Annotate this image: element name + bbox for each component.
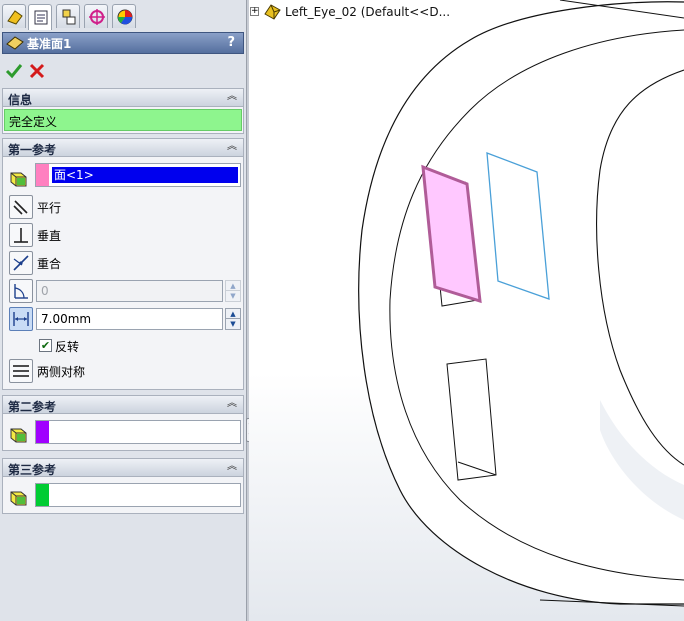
second-reference-color-swatch xyxy=(36,421,49,443)
part-name[interactable]: Left_Eye_02 (Default<<D... xyxy=(285,5,450,19)
tab-dimxpert[interactable] xyxy=(84,4,108,28)
chevron-up-icon[interactable]: ▲ xyxy=(226,309,240,319)
coincident-button[interactable] xyxy=(9,251,33,275)
face-selection-icon xyxy=(10,491,27,506)
info-group: 信息 ︽ 完全定义 xyxy=(2,88,244,134)
selected-face-item[interactable]: 面<1> xyxy=(52,167,238,183)
angle-input[interactable]: 0 xyxy=(36,280,223,302)
status-text: 完全定义 xyxy=(9,115,58,129)
parallel-label: 平行 xyxy=(37,201,62,215)
tree-expand-toggle[interactable]: + xyxy=(250,7,259,16)
perpendicular-icon xyxy=(14,228,28,243)
tab-display-manager[interactable] xyxy=(112,4,136,28)
collapse-icon[interactable]: ︽ xyxy=(227,91,237,103)
dimxpert-icon xyxy=(89,9,105,25)
coincident-label: 重合 xyxy=(37,257,62,271)
parallel-icon xyxy=(13,200,28,215)
property-manager-panel: 基准面1 ? 信息 ︽ 完全定义 第一参考 ︽ 面<1> 平行 垂直 重合 0 … xyxy=(0,0,246,621)
help-icon[interactable]: ? xyxy=(227,35,235,50)
mid-plane-button[interactable] xyxy=(9,359,33,383)
cancel-button[interactable] xyxy=(28,62,46,80)
mid-plane-icon xyxy=(13,365,29,377)
feature-manager-icon xyxy=(7,10,23,25)
second-reference-selection-box[interactable] xyxy=(35,420,241,444)
tab-feature-manager[interactable] xyxy=(2,4,26,28)
angle-button[interactable] xyxy=(9,279,33,303)
face-selection-icon xyxy=(10,172,27,187)
checkmark-icon xyxy=(5,64,23,79)
face-selection-icon xyxy=(10,428,27,443)
status-bar: 完全定义 xyxy=(4,109,242,131)
first-reference-color-swatch xyxy=(36,164,49,186)
perpendicular-label: 垂直 xyxy=(37,229,62,243)
tab-property-manager[interactable] xyxy=(28,4,52,30)
third-reference-header[interactable]: 第三参考 ︽ xyxy=(3,459,243,477)
first-reference-title: 第一参考 xyxy=(8,143,57,157)
configuration-manager-icon xyxy=(62,9,76,25)
part-icon xyxy=(264,4,281,20)
second-reference-header[interactable]: 第二参考 ︽ xyxy=(3,396,243,414)
offset-distance-button[interactable] xyxy=(9,307,33,331)
third-reference-color-swatch xyxy=(36,484,49,506)
mid-plane-label: 两侧对称 xyxy=(37,365,86,379)
angle-spinner[interactable]: ▲ ▼ xyxy=(225,280,241,302)
second-reference-title: 第二参考 xyxy=(8,400,57,414)
manager-tabs xyxy=(0,0,246,30)
coincident-icon xyxy=(13,255,29,271)
collapse-icon[interactable]: ︽ xyxy=(227,398,237,410)
close-icon xyxy=(29,63,45,79)
chevron-up-icon[interactable]: ▲ xyxy=(226,281,240,291)
display-manager-icon xyxy=(117,9,133,25)
plane-feature-icon xyxy=(6,36,24,50)
first-reference-header[interactable]: 第一参考 ︽ xyxy=(3,139,243,157)
collapse-icon[interactable]: ︽ xyxy=(227,141,237,153)
angle-icon xyxy=(14,284,28,299)
feature-title: 基准面1 xyxy=(27,37,72,51)
graphics-viewport[interactable] xyxy=(249,0,684,621)
perpendicular-button[interactable] xyxy=(9,223,33,247)
offset-distance-icon xyxy=(13,312,29,326)
distance-input[interactable]: 7.00mm xyxy=(36,308,223,330)
tab-configuration-manager[interactable] xyxy=(56,4,80,28)
collapse-icon[interactable]: ︽ xyxy=(227,461,237,473)
first-reference-selection-box[interactable]: 面<1> xyxy=(35,163,241,187)
property-manager-icon xyxy=(34,10,48,25)
chevron-down-icon[interactable]: ▼ xyxy=(226,319,240,329)
third-reference-group: 第三参考 ︽ xyxy=(2,458,244,514)
ok-button[interactable] xyxy=(5,62,23,80)
chevron-down-icon[interactable]: ▼ xyxy=(226,291,240,301)
first-reference-group: 第一参考 ︽ 面<1> 平行 垂直 重合 0 ▲ ▼ 7.00mm ▲ ▼ ✔ … xyxy=(2,138,244,390)
info-group-title: 信息 xyxy=(8,93,33,107)
flip-label: 反转 xyxy=(55,340,80,354)
flip-checkbox[interactable]: ✔ xyxy=(39,339,52,352)
third-reference-title: 第三参考 xyxy=(8,463,57,477)
parallel-button[interactable] xyxy=(9,195,33,219)
info-group-header[interactable]: 信息 ︽ xyxy=(3,89,243,107)
feature-title-bar: 基准面1 ? xyxy=(2,32,244,54)
third-reference-selection-box[interactable] xyxy=(35,483,241,507)
second-reference-group: 第二参考 ︽ xyxy=(2,395,244,451)
distance-spinner[interactable]: ▲ ▼ xyxy=(225,308,241,330)
